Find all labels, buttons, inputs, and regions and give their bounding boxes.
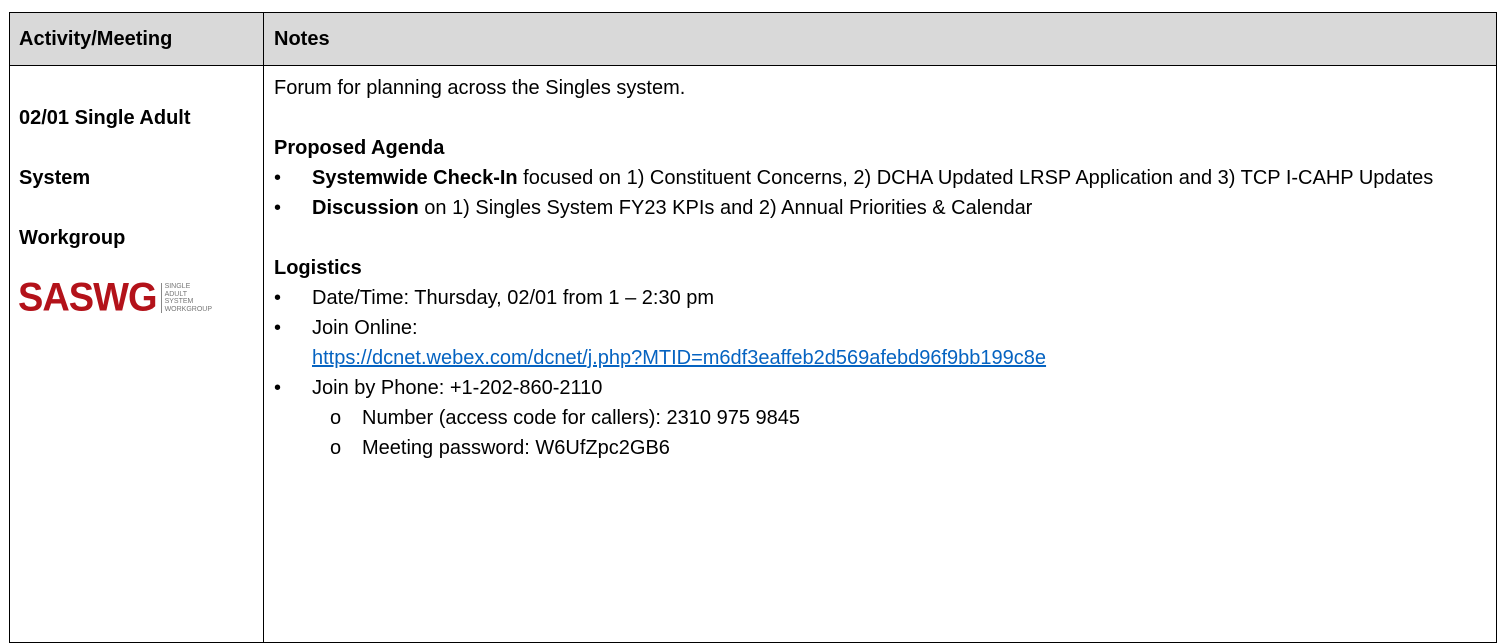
notes-intro: Forum for planning across the Singles sy… xyxy=(274,77,686,99)
activity-title-line-2: System xyxy=(19,167,91,189)
webex-link[interactable]: https://dcnet.webex.com/dcnet/j.php?MTID… xyxy=(312,347,1046,369)
list-item: • Discussion on 1) Singles System FY23 K… xyxy=(274,193,1486,223)
date-time: Date/Time: Thursday, 02/01 from 1 – 2:30… xyxy=(312,287,715,309)
meeting-password: Meeting password: W6UfZpc2GB6 xyxy=(362,437,670,459)
saswg-logo: SASWG SINGLE ADULT SYSTEM WORKGROUP xyxy=(18,278,263,318)
notes-cell: Forum for planning across the Singles sy… xyxy=(263,65,1497,643)
join-phone: Join by Phone: +1-202-860-2110 xyxy=(312,377,603,399)
list-item: • Date/Time: Thursday, 02/01 from 1 – 2:… xyxy=(274,283,1486,313)
activity-cell: 02/01 Single Adult System Workgroup SASW… xyxy=(9,65,264,643)
phone-details-list: o Number (access code for callers): 2310… xyxy=(274,403,1486,463)
agenda-item-text: on 1) Singles System FY23 KPIs and 2) An… xyxy=(418,197,1033,219)
logistics-list: • Date/Time: Thursday, 02/01 from 1 – 2:… xyxy=(274,283,1486,403)
join-online-label: Join Online: xyxy=(312,317,418,339)
list-item: • Join Online: https://dcnet.webex.com/d… xyxy=(274,313,1486,373)
bullet-icon: • xyxy=(274,287,282,309)
bullet-icon: • xyxy=(274,317,282,339)
table-row: 02/01 Single Adult System Workgroup SASW… xyxy=(9,65,1497,643)
saswg-logo-subtext: SINGLE ADULT SYSTEM WORKGROUP xyxy=(160,283,212,313)
agenda-heading: Proposed Agenda xyxy=(274,137,445,159)
bullet-icon: • xyxy=(274,167,282,189)
agenda-item-text: focused on 1) Constituent Concerns, 2) D… xyxy=(517,167,1434,189)
bullet-icon: • xyxy=(274,377,282,399)
access-code: Number (access code for callers): 2310 9… xyxy=(362,407,801,429)
agenda-item-bold: Systemwide Check-In xyxy=(312,167,518,189)
header-activity: Activity/Meeting xyxy=(9,12,264,66)
logistics-heading: Logistics xyxy=(274,257,362,279)
activity-title-line-1: 02/01 Single Adult xyxy=(19,107,191,129)
list-item: • Join by Phone: +1-202-860-2110 xyxy=(274,373,1486,403)
list-item: o Meeting password: W6UfZpc2GB6 xyxy=(274,433,1486,463)
list-item: o Number (access code for callers): 2310… xyxy=(274,403,1486,433)
activity-title: 02/01 Single Adult System Workgroup xyxy=(10,66,263,253)
saswg-logo-text: SASWG xyxy=(18,275,158,321)
agenda-item-bold: Discussion xyxy=(312,197,419,219)
sub-bullet-icon: o xyxy=(330,437,342,459)
list-item: • Systemwide Check-In focused on 1) Cons… xyxy=(274,163,1486,193)
sub-bullet-icon: o xyxy=(330,407,342,429)
bullet-icon: • xyxy=(274,197,282,219)
agenda-list: • Systemwide Check-In focused on 1) Cons… xyxy=(274,163,1486,223)
activity-title-line-3: Workgroup xyxy=(19,227,126,249)
agenda-table: Activity/Meeting Notes 02/01 Single Adul… xyxy=(9,12,1497,643)
header-row: Activity/Meeting Notes xyxy=(9,12,1497,66)
header-notes: Notes xyxy=(263,12,1497,66)
